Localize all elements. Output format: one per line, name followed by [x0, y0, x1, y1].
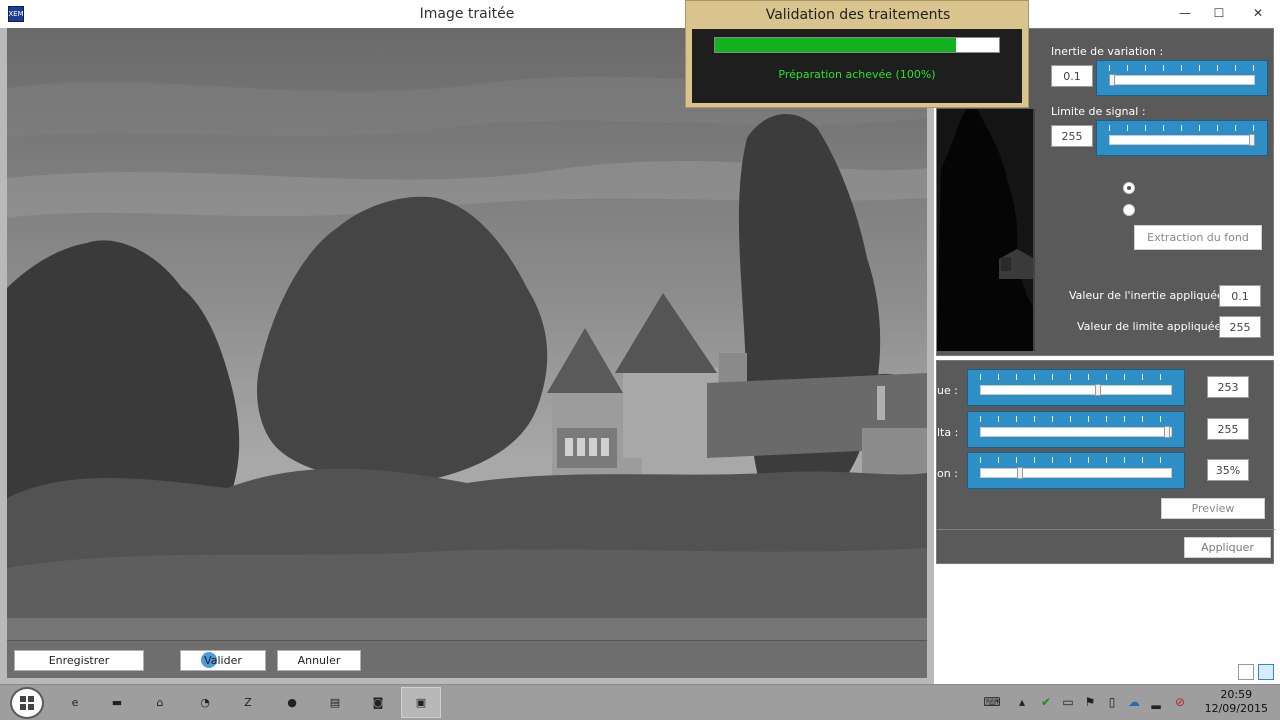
dialog-title: Validation des traitements: [765, 7, 951, 23]
slider-thumb[interactable]: [1109, 74, 1115, 86]
chevron-up-icon[interactable]: ▴: [1014, 694, 1030, 710]
adjust-slider-1[interactable]: [967, 369, 1185, 406]
thumbnail-tree-image: [937, 109, 1033, 351]
volume-muted-icon[interactable]: ⊘: [1172, 694, 1188, 710]
slider-ticks: [980, 416, 1172, 422]
filezilla-icon[interactable]: Z: [228, 687, 268, 718]
save-button[interactable]: Enregistrer: [14, 650, 144, 671]
adjust-value-3[interactable]: 35%: [1207, 459, 1249, 481]
phone-icon[interactable]: ▯: [1104, 694, 1120, 710]
slider-thumb[interactable]: [1095, 384, 1102, 396]
slider-ticks: [1109, 125, 1255, 131]
image-window-footer: Enregistrer Valider Annuler: [7, 640, 927, 678]
radio-option-1[interactable]: [1123, 182, 1135, 194]
grayscale-landscape-image: [7, 28, 927, 640]
applied-limit-value: 255: [1219, 316, 1261, 338]
signal-limit-slider[interactable]: [1096, 120, 1268, 156]
slider-track: [980, 468, 1172, 478]
clock-time: 20:59: [1220, 688, 1253, 701]
app-icon[interactable]: ◙: [358, 687, 398, 718]
slider-ticks: [980, 457, 1172, 463]
cancel-button[interactable]: Annuler: [277, 650, 361, 671]
adjust-row-3-label: on :: [937, 467, 958, 480]
adjust-value-1[interactable]: 253: [1207, 376, 1249, 398]
slider-track: [980, 385, 1172, 395]
mask-icon[interactable]: ◔: [185, 687, 225, 718]
slider-thumb[interactable]: [1017, 467, 1024, 479]
applied-inertia-value: 0.1: [1219, 285, 1261, 307]
adjust-row-2-label: lta :: [937, 426, 959, 439]
signal-limit-value-input[interactable]: 255: [1051, 125, 1093, 147]
folder-icon[interactable]: ▬: [97, 687, 137, 718]
keyboard-icon[interactable]: ⌨: [982, 694, 1002, 710]
inertia-label: Inertie de variation :: [1051, 45, 1164, 58]
slider-ticks: [1109, 65, 1255, 71]
dialog-body: Préparation achevée (100%): [692, 29, 1022, 103]
taskbar: e ▬ ⌂ ◔ Z ● ▤ ◙ ▣ ⌨ ▴ ✔ ▭ ⚑ ▯ ☁ ▂ ⊘ 20:59 12/09/…: [0, 684, 1280, 720]
adjustment-group: ue : 253 lta : 255 on : 35% Preview Appl…: [936, 360, 1275, 564]
windows-logo-icon: [20, 696, 34, 710]
clock[interactable]: 20:59 12/09/2015: [1205, 688, 1268, 716]
drive-icon[interactable]: ▭: [1060, 694, 1076, 710]
inertia-value-input[interactable]: 0.1: [1051, 65, 1093, 87]
validate-label: Valider: [204, 654, 242, 667]
firefox-icon[interactable]: ●: [272, 687, 312, 718]
applied-limit-label: Valeur de limite appliquée :: [1077, 320, 1229, 333]
settings-panel: Inertie de variation : 0.1 Limite de sig…: [936, 28, 1280, 684]
applied-inertia-label: Valeur de l'inertie appliquée :: [1069, 289, 1232, 302]
adjust-value-2[interactable]: 255: [1207, 418, 1249, 440]
processed-photo: [7, 28, 927, 640]
preview-button[interactable]: Preview: [1161, 498, 1265, 519]
close-button[interactable]: ✕: [1236, 0, 1280, 26]
terminal-icon[interactable]: ▣: [401, 687, 441, 718]
preview-view-icon[interactable]: [1258, 664, 1274, 680]
ie-icon[interactable]: e: [55, 687, 95, 718]
progress-status-text: Préparation achevée (100%): [778, 68, 936, 81]
view-mode-icons: [1238, 664, 1274, 680]
minimize-button[interactable]: —: [1168, 0, 1202, 26]
radio-option-2[interactable]: [1123, 204, 1135, 216]
start-button[interactable]: [10, 687, 44, 719]
signal-limit-label: Limite de signal :: [1051, 105, 1146, 118]
apply-button[interactable]: Appliquer: [1184, 537, 1271, 558]
network-icon[interactable]: ⌂: [140, 687, 180, 718]
adjust-slider-3[interactable]: [967, 452, 1185, 489]
thumbnail-preview: [937, 109, 1035, 351]
group-divider: [937, 529, 1275, 530]
details-view-icon[interactable]: [1238, 664, 1254, 680]
slider-thumb[interactable]: [1249, 134, 1255, 146]
slider-thumb[interactable]: [1164, 426, 1171, 438]
adjust-slider-2[interactable]: [967, 411, 1185, 448]
cloud-icon[interactable]: ☁: [1126, 694, 1142, 710]
progress-bar-fill: [715, 38, 957, 52]
inertia-slider[interactable]: [1096, 60, 1268, 96]
signal-icon[interactable]: ▂: [1148, 694, 1164, 710]
progress-bar: [714, 37, 1000, 53]
slider-track: [1109, 135, 1255, 145]
security-icon[interactable]: ✔: [1038, 694, 1054, 710]
validate-button[interactable]: Valider: [180, 650, 266, 671]
window-controls: — ☐ ✕: [1168, 0, 1280, 28]
validation-progress-dialog: Validation des traitements Préparation a…: [685, 0, 1029, 108]
winrar-icon[interactable]: ▤: [315, 687, 355, 718]
extract-background-button[interactable]: Extraction du fond: [1134, 225, 1262, 250]
slider-ticks: [980, 374, 1172, 380]
slider-track: [1109, 75, 1255, 85]
clock-date: 12/09/2015: [1204, 702, 1268, 715]
flag-icon[interactable]: ⚑: [1082, 694, 1098, 710]
adjust-row-1-label: ue :: [937, 384, 958, 397]
slider-track: [980, 427, 1172, 437]
maximize-button[interactable]: ☐: [1202, 0, 1236, 26]
